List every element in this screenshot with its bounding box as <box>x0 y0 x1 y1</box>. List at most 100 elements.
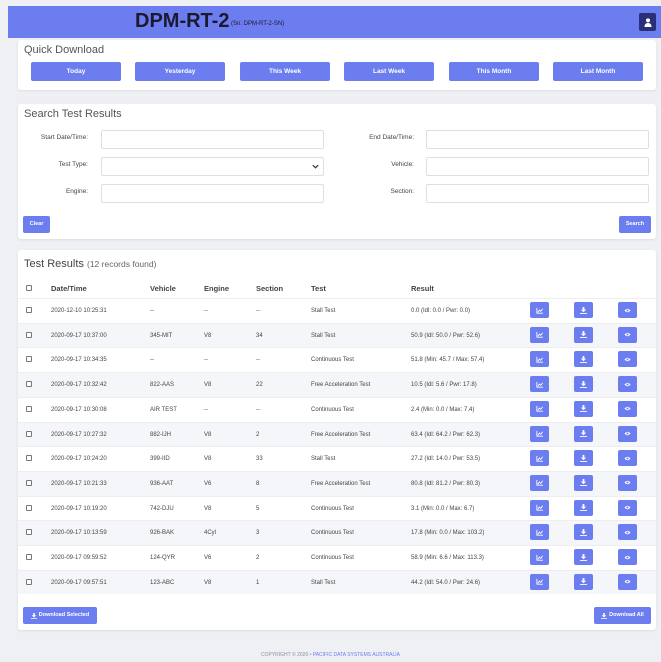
view-details-button[interactable] <box>618 549 637 565</box>
row-result: 17.8 (Min: 0.0 / Max: 103.2) <box>411 530 485 537</box>
row-checkbox[interactable] <box>26 578 32 585</box>
view-chart-button[interactable] <box>530 425 549 442</box>
test-type-select[interactable] <box>101 157 324 176</box>
view-chart-button[interactable] <box>530 549 549 565</box>
row-test: Continuous Test <box>311 530 354 537</box>
download-row-button[interactable] <box>574 450 593 467</box>
row-checkbox[interactable] <box>26 381 32 388</box>
search-button[interactable]: Search <box>619 216 651 233</box>
download-row-button[interactable] <box>574 499 593 516</box>
footer-copyright: COPYRIGHT © 2020 • PACIFIC DATA SYSTEMS … <box>0 652 661 658</box>
view-chart-button[interactable] <box>530 400 549 417</box>
download-row-button[interactable] <box>574 376 593 393</box>
view-details-button[interactable] <box>618 326 637 343</box>
row-datetime: 2020-09-17 10:21:33 <box>51 480 107 487</box>
row-section: 22 <box>256 382 263 389</box>
row-engine: V8 <box>204 431 212 438</box>
chart-icon <box>536 406 543 412</box>
table-row: 2020-09-17 10:32:42 822-AAS V8 22 Free Accel… <box>18 372 656 397</box>
column-header-result: Result <box>411 284 434 293</box>
quick-download-last-week-button[interactable]: Last Week <box>344 62 434 81</box>
view-details-button[interactable] <box>618 573 637 590</box>
download-row-button[interactable] <box>574 425 593 442</box>
row-engine: -- <box>204 308 208 314</box>
download-row-button[interactable] <box>574 524 593 541</box>
download-row-button[interactable] <box>574 474 593 491</box>
quick-download-this-week-button[interactable]: This Week <box>240 62 330 81</box>
row-checkbox[interactable] <box>26 430 32 437</box>
view-chart-button[interactable] <box>530 524 549 541</box>
start-date-label: Start Date/Time: <box>40 134 88 141</box>
eye-icon <box>624 357 631 362</box>
eye-icon <box>624 579 631 584</box>
engine-input[interactable] <box>101 184 324 203</box>
row-checkbox[interactable] <box>26 479 32 486</box>
start-date-input[interactable] <box>101 130 324 149</box>
quick-download-last-month-button[interactable]: Last Month <box>553 62 643 81</box>
row-engine: V8 <box>204 579 212 586</box>
section-input[interactable] <box>426 184 649 203</box>
download-row-button[interactable] <box>574 400 593 417</box>
view-chart-button[interactable] <box>530 474 549 491</box>
row-engine: V8 <box>204 505 212 512</box>
user-button[interactable] <box>639 13 656 31</box>
download-all-button[interactable]: Download All <box>594 607 651 624</box>
quick-download-this-month-button[interactable]: This Month <box>449 62 539 81</box>
row-checkbox[interactable] <box>26 455 32 462</box>
row-checkbox[interactable] <box>26 331 32 338</box>
row-result: 27.2 (Idl: 14.0 / Pwr: 53.5) <box>411 456 481 463</box>
row-checkbox[interactable] <box>26 405 32 412</box>
table-row: 2020-09-17 10:34:35 -- -- -- Continuous Test… <box>18 347 656 372</box>
chart-icon <box>536 356 543 363</box>
quick-download-today-button[interactable]: Today <box>31 62 121 81</box>
end-date-input[interactable] <box>426 130 649 149</box>
view-chart-button[interactable] <box>530 326 549 343</box>
view-details-button[interactable] <box>618 302 637 318</box>
quick-download-yesterday-button[interactable]: Yesterday <box>135 62 225 81</box>
download-icon <box>580 405 587 413</box>
download-icon <box>580 578 587 586</box>
row-vehicle: 123-ABC <box>150 579 175 586</box>
download-row-button[interactable] <box>574 351 593 368</box>
download-row-button[interactable] <box>574 326 593 343</box>
download-icon <box>580 430 587 437</box>
view-chart-button[interactable] <box>530 573 549 590</box>
download-icon <box>580 380 587 388</box>
company-link[interactable]: PACIFIC DATA SYSTEMS AUSTRALIA <box>313 652 400 658</box>
view-details-button[interactable] <box>618 376 637 393</box>
download-selected-button[interactable]: Download Selected <box>23 607 97 624</box>
row-engine: V6 <box>204 480 212 487</box>
row-checkbox[interactable] <box>26 529 32 536</box>
row-checkbox[interactable] <box>26 307 32 313</box>
view-details-button[interactable] <box>618 425 637 442</box>
view-details-button[interactable] <box>618 499 637 516</box>
row-engine: -- <box>204 357 208 364</box>
download-row-button[interactable] <box>574 549 593 565</box>
view-details-button[interactable] <box>618 524 637 541</box>
vehicle-input[interactable] <box>426 157 649 176</box>
view-details-button[interactable] <box>618 351 637 368</box>
table-row: 2020-09-17 10:13:59 926-BAK 4Cyl 3 Continuou… <box>18 520 656 545</box>
row-result: 2.4 (Min: 0.0 / Max: 7.4) <box>411 406 475 413</box>
row-result: 80.8 (Idl: 81.2 / Pwr: 80.3) <box>411 480 481 487</box>
view-details-button[interactable] <box>618 474 637 491</box>
row-checkbox[interactable] <box>26 356 32 363</box>
chart-icon <box>536 504 543 511</box>
clear-button[interactable]: Clear <box>23 216 50 233</box>
view-chart-button[interactable] <box>530 302 549 318</box>
view-chart-button[interactable] <box>530 450 549 467</box>
view-details-button[interactable] <box>618 400 637 417</box>
download-row-button[interactable] <box>574 573 593 590</box>
view-details-button[interactable] <box>618 450 637 467</box>
results-heading: Test Results <box>24 258 84 270</box>
view-chart-button[interactable] <box>530 376 549 393</box>
row-vehicle: 399-IID <box>150 456 170 463</box>
view-chart-button[interactable] <box>530 499 549 516</box>
download-row-button[interactable] <box>574 302 593 318</box>
row-checkbox[interactable] <box>26 554 32 560</box>
view-chart-button[interactable] <box>530 351 549 368</box>
select-all-checkbox[interactable] <box>26 285 32 291</box>
row-checkbox[interactable] <box>26 504 32 511</box>
row-result: 0.0 (Idl: 0.0 / Pwr: 0.0) <box>411 308 471 314</box>
search-title: Search Test Results <box>24 108 122 120</box>
